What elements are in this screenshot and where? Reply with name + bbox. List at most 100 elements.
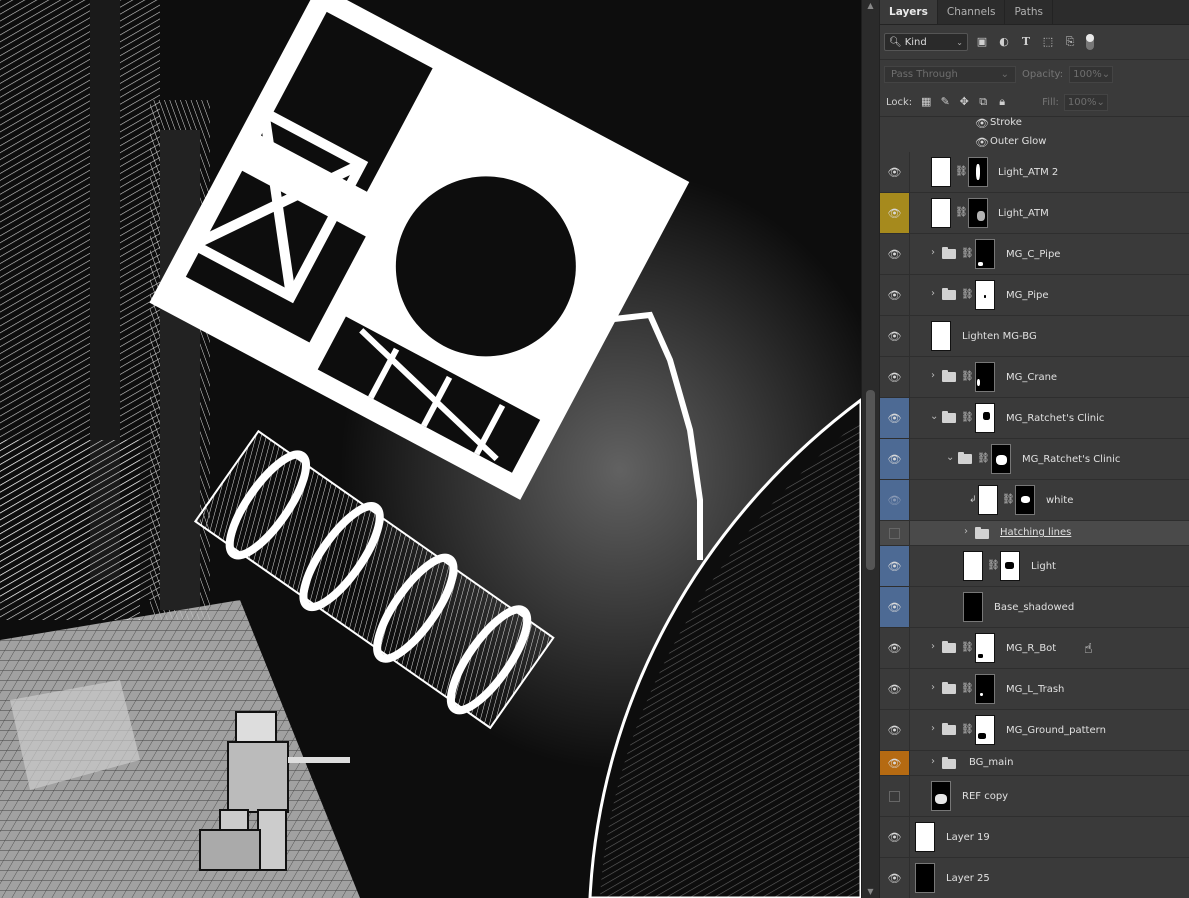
layer-row[interactable]: 👁︎ ↲ ⛓ white (880, 480, 1189, 521)
chevron-down-icon[interactable]: ⌄ (946, 452, 954, 463)
scroll-up-icon[interactable]: ▲ (866, 2, 875, 10)
effect-row-stroke[interactable]: 👁︎ Stroke (880, 114, 1189, 133)
layer-row[interactable]: 👁︎ Lighten MG-BG (880, 316, 1189, 357)
visibility-toggle[interactable]: 👁︎ (880, 316, 910, 356)
layer-row[interactable]: REF copy (880, 776, 1189, 817)
layer-name[interactable]: Light (1031, 561, 1056, 572)
eye-icon[interactable]: 👁︎ (975, 136, 989, 149)
visibility-toggle[interactable]: 👁︎ (880, 480, 910, 520)
document-canvas[interactable] (0, 0, 861, 898)
lock-position-icon[interactable]: ✥ (957, 95, 971, 109)
layer-name[interactable]: Base_shadowed (994, 602, 1074, 613)
eye-icon: 👁︎ (887, 723, 902, 737)
layer-group-row[interactable]: 👁︎ › ⛓ MG_C_Pipe (880, 234, 1189, 275)
tab-paths[interactable]: Paths (1005, 0, 1053, 24)
layer-group-row[interactable]: 👁︎ › BG_main (880, 751, 1189, 776)
type-filter-icon[interactable]: T (1018, 34, 1034, 50)
visibility-toggle[interactable]: 👁︎ (880, 669, 910, 709)
canvas-vertical-scrollbar[interactable]: ▲ ▼ (861, 0, 880, 898)
eye-icon: 👁︎ (887, 756, 902, 770)
visibility-toggle[interactable]: 👁︎ (880, 152, 910, 192)
layer-name[interactable]: REF copy (962, 791, 1008, 802)
layer-row[interactable]: 👁︎ Layer 25 (880, 858, 1189, 898)
chevron-right-icon[interactable]: › (931, 641, 935, 652)
layer-row[interactable]: 👁︎ Base_shadowed (880, 587, 1189, 628)
layer-group-row[interactable]: 👁︎ ⌄ ⛓ MG_Ratchet's Clinic (880, 398, 1189, 439)
layer-name[interactable]: BG_main (969, 757, 1013, 768)
layer-group-row[interactable]: 👁︎ › ⛓ MG_Crane (880, 357, 1189, 398)
chevron-right-icon[interactable]: › (931, 247, 935, 258)
smart-object-filter-icon[interactable]: ⎘ (1062, 34, 1078, 50)
layer-name[interactable]: Light_ATM (998, 208, 1049, 219)
visibility-toggle[interactable]: 👁︎ (880, 357, 910, 397)
visibility-toggle[interactable]: 👁︎ (880, 193, 910, 233)
chevron-right-icon[interactable]: › (931, 723, 935, 734)
visibility-toggle[interactable]: 👁︎ (880, 628, 910, 668)
visibility-toggle[interactable] (880, 521, 910, 545)
opacity-input[interactable]: 100% ⌄ (1069, 65, 1114, 83)
layer-name[interactable]: MG_C_Pipe (1006, 249, 1060, 260)
lock-artboard-icon[interactable]: ⧉ (976, 95, 990, 109)
layer-name[interactable]: Lighten MG-BG (962, 331, 1037, 342)
layer-row[interactable]: 👁︎ ⛓ Light_ATM 2 (880, 152, 1189, 193)
layer-group-row[interactable]: 👁︎ › ⛓ MG_Pipe (880, 275, 1189, 316)
chevron-right-icon[interactable]: › (931, 756, 935, 767)
visibility-toggle[interactable]: 👁︎ (880, 398, 910, 438)
effect-row-outer-glow[interactable]: 👁︎ Outer Glow (880, 133, 1189, 153)
layer-row[interactable]: 👁︎ ⛓ Light_ATM (880, 193, 1189, 234)
layer-group-row[interactable]: 👁︎ › ⛓ MG_L_Trash (880, 669, 1189, 710)
visibility-toggle[interactable]: 👁︎ (880, 275, 910, 315)
layer-group-row[interactable]: 👁︎ ⌄ ⛓ MG_Ratchet's Clinic (880, 439, 1189, 480)
adjustment-filter-icon[interactable]: ◐ (996, 34, 1012, 50)
layer-group-row[interactable]: 👁︎ › ⛓ MG_R_Bot (880, 628, 1189, 669)
scroll-thumb[interactable] (866, 390, 875, 570)
visibility-toggle[interactable]: 👁︎ (880, 710, 910, 750)
layer-name[interactable]: MG_Pipe (1006, 290, 1048, 301)
layer-name[interactable]: MG_R_Bot (1006, 643, 1056, 654)
shape-filter-icon[interactable]: ⬚ (1040, 34, 1056, 50)
layer-name[interactable]: Layer 19 (946, 832, 990, 843)
layer-name[interactable]: MG_Ratchet's Clinic (1022, 454, 1120, 465)
visibility-toggle[interactable] (880, 776, 910, 816)
chevron-right-icon[interactable]: › (931, 288, 935, 299)
layer-name[interactable]: MG_Crane (1006, 372, 1057, 383)
visibility-toggle[interactable]: 👁︎ (880, 817, 910, 857)
chevron-right-icon[interactable]: › (931, 370, 935, 381)
layer-row[interactable]: 👁︎ ⛓ Light (880, 546, 1189, 587)
layer-group-row[interactable]: › Hatching lines (880, 521, 1189, 546)
hidden-visibility-box[interactable] (889, 790, 900, 802)
visibility-toggle[interactable]: 👁︎ (880, 439, 910, 479)
layer-name[interactable]: MG_Ratchet's Clinic (1006, 413, 1104, 424)
chevron-right-icon[interactable]: › (931, 682, 935, 693)
visibility-toggle[interactable]: 👁︎ (880, 587, 910, 627)
layer-name[interactable]: Hatching lines (1000, 527, 1071, 538)
chevron-down-icon[interactable]: ⌄ (930, 411, 938, 422)
layer-name[interactable]: white (1046, 495, 1073, 506)
scroll-down-icon[interactable]: ▼ (866, 888, 875, 896)
layer-row[interactable]: 👁︎ Layer 19 (880, 817, 1189, 858)
layer-name[interactable]: Layer 25 (946, 873, 990, 884)
visibility-toggle[interactable]: 👁︎ (880, 858, 910, 898)
hidden-visibility-box[interactable] (889, 527, 900, 539)
visibility-toggle[interactable]: 👁︎ (880, 751, 910, 775)
layer-group-row[interactable]: 👁︎ › ⛓ MG_Ground_pattern (880, 710, 1189, 751)
lock-all-icon[interactable]: 🔒︎ (995, 95, 1009, 109)
filter-kind-select[interactable]: 🔍︎ Kind ⌄ (884, 33, 968, 51)
layer-name[interactable]: MG_L_Trash (1006, 684, 1064, 695)
lock-image-pixels-icon[interactable]: ✎ (938, 95, 952, 109)
eye-icon: 👁︎ (887, 452, 902, 466)
eye-icon[interactable]: 👁︎ (975, 117, 989, 130)
layer-name[interactable]: Light_ATM 2 (998, 167, 1058, 178)
fill-input[interactable]: 100% ⌄ (1063, 93, 1108, 111)
tab-layers[interactable]: Layers (880, 0, 938, 24)
layers-list[interactable]: 👁︎ Stroke 👁︎ Outer Glow 👁︎ ⛓ Light_ATM 2… (880, 114, 1189, 898)
blend-mode-select[interactable]: Pass Through ⌄ (884, 65, 1016, 83)
visibility-toggle[interactable]: 👁︎ (880, 234, 910, 274)
chevron-right-icon[interactable]: › (964, 526, 968, 537)
tab-channels[interactable]: Channels (938, 0, 1006, 24)
image-filter-icon[interactable]: ▣ (974, 34, 990, 50)
layer-name[interactable]: MG_Ground_pattern (1006, 725, 1106, 736)
lock-transparent-pixels-icon[interactable]: ▦ (919, 95, 933, 109)
visibility-toggle[interactable]: 👁︎ (880, 546, 910, 586)
filter-toggle[interactable] (1086, 34, 1094, 50)
